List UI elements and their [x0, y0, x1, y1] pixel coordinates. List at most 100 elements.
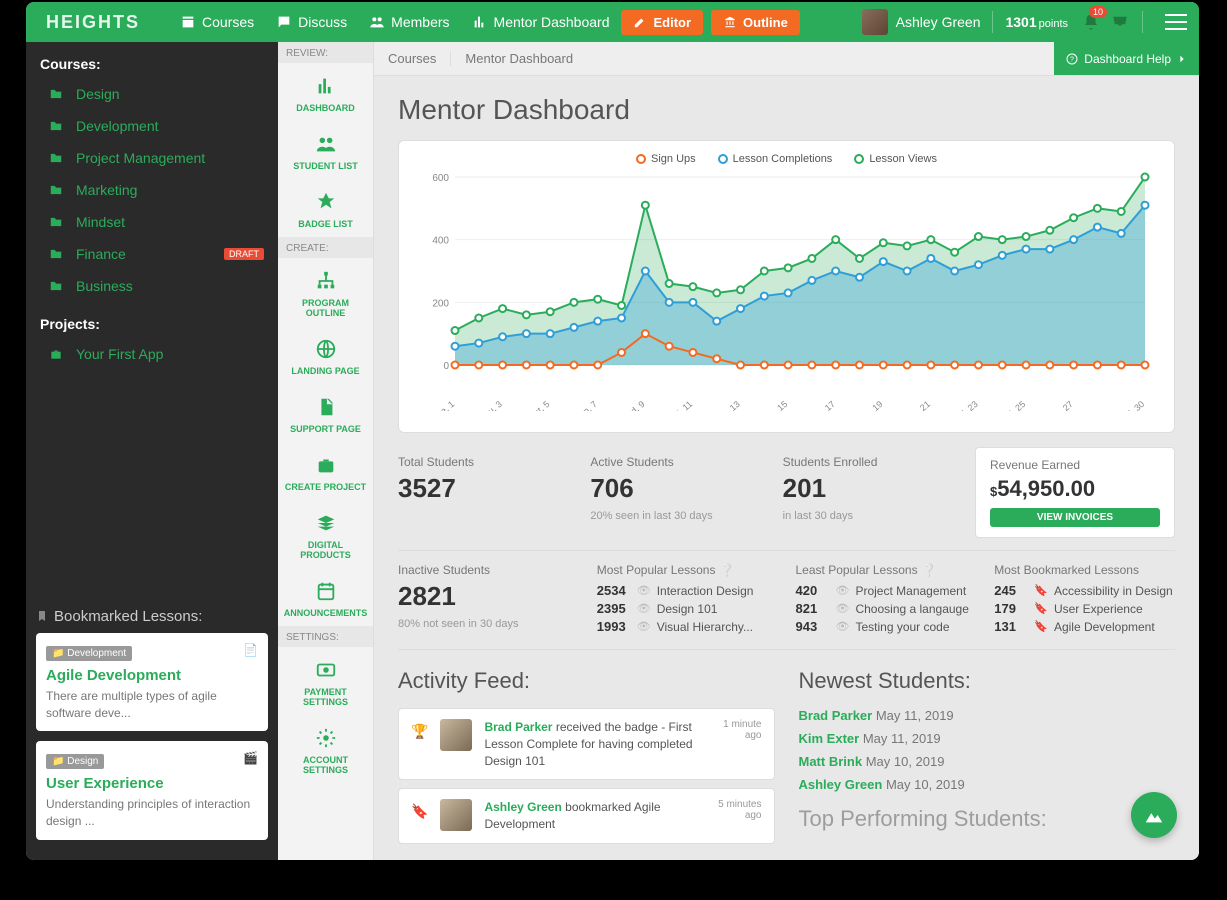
lesson-row[interactable]: 2395👁Design 101	[597, 601, 778, 616]
midnav-digital-products[interactable]: DIGITAL PRODUCTS	[278, 500, 373, 568]
nav-members[interactable]: Members	[369, 14, 449, 30]
midnav-student-list[interactable]: STUDENT LIST	[278, 121, 373, 179]
breadcrumb: Courses Mentor Dashboard ? Dashboard Hel…	[374, 42, 1199, 76]
midnav-announcements[interactable]: ANNOUNCEMENTS	[278, 568, 373, 626]
lesson-row[interactable]: 245🔖Accessibility in Design	[994, 583, 1175, 598]
fab-button[interactable]	[1131, 792, 1177, 838]
svg-text:0: 0	[443, 361, 449, 372]
notifications-icon[interactable]: 10	[1082, 13, 1100, 31]
lesson-row[interactable]: 2534👁Interaction Design	[597, 583, 778, 598]
most-popular-lessons: Most Popular Lessons ❔ 2534👁Interaction …	[597, 563, 778, 637]
student-link[interactable]: Ashley Green	[799, 777, 883, 792]
bookmarks-heading: Bookmarked Lessons:	[36, 608, 268, 625]
sidebar-course-item[interactable]: Business	[26, 270, 278, 302]
student-link[interactable]: Matt Brink	[799, 754, 863, 769]
feed-user[interactable]: Brad Parker	[484, 720, 552, 734]
newest-student-row: Matt Brink May 10, 2019	[799, 754, 1176, 769]
midnav-create-project[interactable]: CREATE PROJECT	[278, 442, 373, 500]
lesson-row[interactable]: 821👁Choosing a langauge	[796, 601, 977, 616]
midnav: REVIEW: DASHBOARD STUDENT LIST BADGE LIS…	[278, 42, 374, 860]
projects-heading: Projects:	[26, 302, 278, 338]
svg-text:Sat, 5: Sat, 5	[527, 399, 551, 411]
midnav-support-page[interactable]: SUPPORT PAGE	[278, 384, 373, 442]
feed-time: 1 minute ago	[714, 719, 762, 741]
help-icon: ❔	[719, 563, 734, 577]
stats-row-1: Total Students 3527 Active Students 706 …	[398, 447, 1175, 538]
menu-icon[interactable]	[1165, 14, 1187, 30]
bookmark-type-icon: 📄	[243, 643, 258, 657]
bookmark-tag: 📁 Design	[46, 754, 104, 769]
nav-mentor-dashboard[interactable]: Mentor Dashboard	[472, 14, 610, 30]
student-link[interactable]: Brad Parker	[799, 708, 873, 723]
dashboard-help-button[interactable]: ? Dashboard Help	[1054, 42, 1199, 75]
bookmark-title: Agile Development	[46, 667, 258, 684]
lesson-row[interactable]: 131🔖Agile Development	[994, 619, 1175, 634]
lesson-row[interactable]: 420👁Project Management	[796, 583, 977, 598]
editor-button[interactable]: Editor	[621, 10, 703, 35]
notification-badge: 10	[1089, 6, 1107, 18]
user-avatar	[862, 9, 888, 35]
inbox-icon[interactable]	[1110, 13, 1130, 31]
brand-logo: HEIGHTS	[46, 12, 140, 33]
chart-legend: Sign Ups Lesson Completions Lesson Views	[415, 153, 1158, 165]
feed-item: 🔖Ashley Green bookmarked Agile Developme…	[398, 788, 775, 844]
stat-inactive-students: Inactive Students 2821 80% not seen in 3…	[398, 563, 579, 637]
svg-text:Sat, 19: Sat, 19	[856, 399, 884, 411]
stat-revenue: Revenue Earned $54,950.00 VIEW INVOICES	[975, 447, 1175, 538]
lower-row: Activity Feed: 🏆Brad Parker received the…	[398, 668, 1175, 852]
top-nav: Courses Discuss Members Mentor Dashboard	[180, 14, 609, 30]
svg-text:Tue, 15: Tue, 15	[760, 399, 790, 411]
view-invoices-button[interactable]: VIEW INVOICES	[990, 508, 1160, 527]
stat-students-enrolled: Students Enrolled 201 in last 30 days	[783, 447, 975, 538]
bookmark-card[interactable]: 📁 Development📄Agile DevelopmentThere are…	[36, 633, 268, 732]
midnav-program-outline[interactable]: PROGRAM OUTLINE	[278, 258, 373, 326]
draft-badge: DRAFT	[224, 248, 264, 260]
feed-item: 🏆Brad Parker received the badge - First …	[398, 708, 775, 780]
svg-text:Thu, 3: Thu, 3	[478, 399, 504, 411]
lesson-row[interactable]: 943👁Testing your code	[796, 619, 977, 634]
svg-text:Mon, 7: Mon, 7	[572, 399, 600, 411]
sidebar-course-item[interactable]: Development	[26, 110, 278, 142]
activity-feed: Activity Feed: 🏆Brad Parker received the…	[398, 668, 775, 852]
breadcrumb-courses[interactable]: Courses	[388, 51, 451, 66]
sidebar-project-item[interactable]: Your First App	[26, 338, 278, 370]
svg-text:600: 600	[432, 173, 449, 184]
feed-time: 5 minutes ago	[714, 799, 762, 821]
stat-active-students: Active Students 706 20% seen in last 30 …	[590, 447, 782, 538]
bookmark-type-icon: 🎬	[243, 751, 258, 765]
sidebar-left: Courses: DesignDevelopmentProject Manage…	[26, 42, 278, 860]
breadcrumb-current: Mentor Dashboard	[465, 51, 573, 66]
feed-type-icon: 🔖	[411, 799, 428, 820]
midnav-dashboard[interactable]: DASHBOARD	[278, 63, 373, 121]
bookmark-card[interactable]: 📁 Design🎬User ExperienceUnderstanding pr…	[36, 741, 268, 840]
outline-button[interactable]: Outline	[711, 10, 800, 35]
feed-user[interactable]: Ashley Green	[484, 800, 561, 814]
user-points: 1301points	[1005, 14, 1068, 30]
bookmark-tag: 📁 Development	[46, 646, 132, 661]
courses-heading: Courses:	[26, 42, 278, 78]
user-menu[interactable]: Ashley Green	[862, 9, 981, 35]
newest-student-row: Ashley Green May 10, 2019	[799, 777, 1176, 792]
sidebar-course-item[interactable]: Project Management	[26, 142, 278, 174]
stat-total-students: Total Students 3527	[398, 447, 590, 538]
sidebar-course-item[interactable]: Marketing	[26, 174, 278, 206]
nav-discuss[interactable]: Discuss	[276, 14, 347, 30]
student-link[interactable]: Kim Exter	[799, 731, 860, 746]
bookmarks-panel: Bookmarked Lessons: 📁 Development 📄 Agile …	[26, 598, 278, 860]
svg-text:200: 200	[432, 298, 449, 309]
sidebar-course-item[interactable]: Mindset	[26, 206, 278, 238]
help-icon: ❔	[922, 563, 937, 577]
lesson-row[interactable]: 179🔖User Experience	[994, 601, 1175, 616]
midnav-badge-list[interactable]: BADGE LIST	[278, 179, 373, 237]
sidebar-course-item[interactable]: Design	[26, 78, 278, 110]
midnav-account-settings[interactable]: ACCOUNT SETTINGS	[278, 715, 373, 783]
sidebar-course-item[interactable]: FinanceDRAFT	[26, 238, 278, 270]
svg-text:Wed, 30: Wed, 30	[1114, 399, 1146, 411]
newest-student-row: Brad Parker May 11, 2019	[799, 708, 1176, 723]
nav-courses[interactable]: Courses	[180, 14, 254, 30]
midnav-landing-page[interactable]: LANDING PAGE	[278, 326, 373, 384]
midnav-payment-settings[interactable]: PAYMENT SETTINGS	[278, 647, 373, 715]
newest-students: Newest Students: Brad Parker May 11, 201…	[799, 668, 1176, 852]
page-title: Mentor Dashboard	[374, 76, 1199, 140]
lesson-row[interactable]: 1993👁Visual Hierarchy...	[597, 619, 778, 634]
